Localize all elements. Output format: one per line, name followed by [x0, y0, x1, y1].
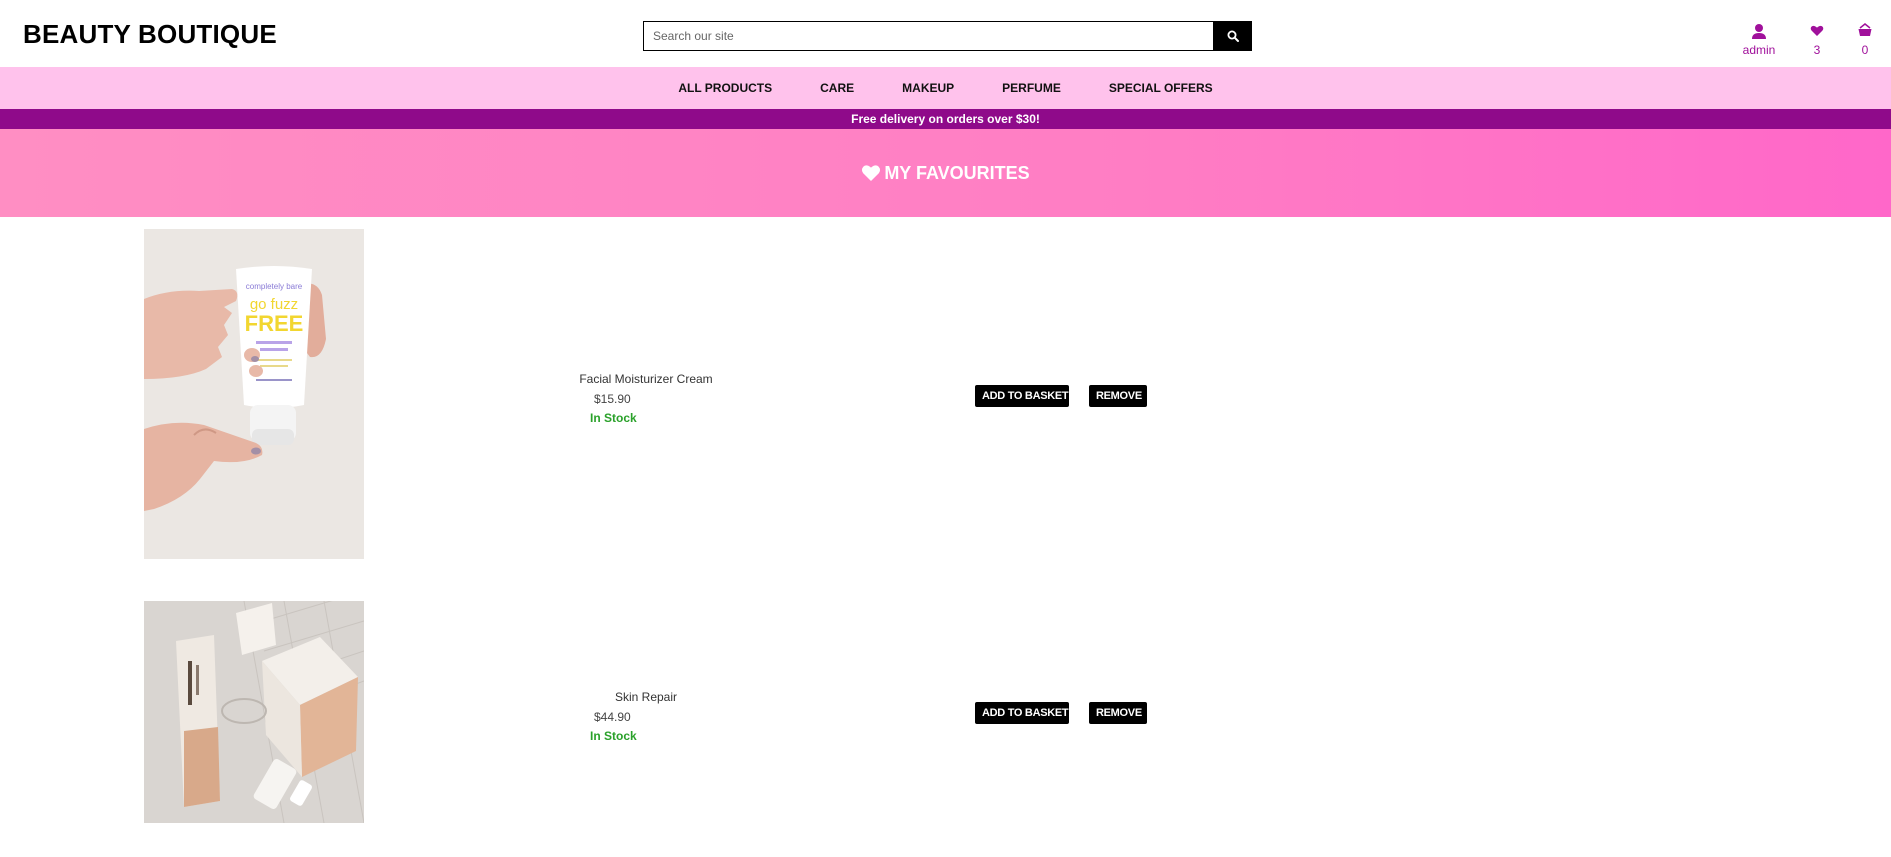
- remove-button[interactable]: REMOVE: [1089, 385, 1147, 407]
- product-name[interactable]: Facial Moisturizer Cream: [560, 372, 732, 386]
- nav-makeup[interactable]: MAKEUP: [902, 81, 954, 95]
- nav-special-offers[interactable]: SPECIAL OFFERS: [1109, 81, 1213, 95]
- product-details: Facial Moisturizer Cream $15.90 In Stock: [560, 372, 732, 425]
- user-icon: [1752, 24, 1766, 39]
- search-input[interactable]: [643, 21, 1214, 51]
- product-name[interactable]: Skin Repair: [560, 690, 732, 704]
- site-logo[interactable]: BEAUTY BOUTIQUE: [23, 19, 277, 50]
- main-nav: ALL PRODUCTS CARE MAKEUP PERFUME SPECIAL…: [0, 67, 1891, 109]
- basket-link[interactable]: 0: [1840, 23, 1890, 57]
- page-title-text: MY FAVOURITES: [884, 162, 1030, 183]
- page-hero: MY FAVOURITES: [0, 129, 1891, 217]
- nav-perfume[interactable]: PERFUME: [1002, 81, 1061, 95]
- site-header: BEAUTY BOUTIQUE admin 3 0: [0, 0, 1891, 67]
- product-image[interactable]: [144, 601, 364, 823]
- product-price: $15.90: [594, 392, 631, 406]
- heart-icon: [1810, 25, 1824, 36]
- favourites-count: 3: [1813, 43, 1821, 57]
- favourites-link[interactable]: 3: [1792, 23, 1842, 57]
- add-to-basket-button[interactable]: ADD TO BASKET: [975, 385, 1069, 407]
- account-link[interactable]: admin: [1734, 23, 1784, 57]
- svg-text:FREE: FREE: [245, 311, 304, 336]
- search-form: [643, 21, 1252, 51]
- search-icon: [1227, 30, 1239, 42]
- promo-text: Free delivery on orders over $30!: [851, 112, 1040, 126]
- basket-count: 0: [1861, 43, 1869, 57]
- product-details: Skin Repair $44.90 In Stock: [560, 690, 732, 743]
- favourite-item: completely bare go fuzz FREE Facial Mois…: [0, 229, 1891, 559]
- search-button[interactable]: [1214, 21, 1252, 51]
- basket-icon: [1858, 23, 1872, 36]
- svg-text:completely bare: completely bare: [246, 282, 303, 291]
- nav-all-products[interactable]: ALL PRODUCTS: [678, 81, 772, 95]
- page-title: MY FAVOURITES: [861, 162, 1030, 184]
- add-to-basket-button[interactable]: ADD TO BASKET: [975, 702, 1069, 724]
- favourite-item: Skin Repair $44.90 In Stock ADD TO BASKE…: [0, 601, 1891, 823]
- stock-status: In Stock: [590, 411, 637, 425]
- stock-status: In Stock: [590, 729, 637, 743]
- product-price: $44.90: [594, 710, 631, 724]
- remove-button[interactable]: REMOVE: [1089, 702, 1147, 724]
- heart-icon: [862, 165, 881, 181]
- product-image[interactable]: completely bare go fuzz FREE: [144, 229, 364, 559]
- nav-care[interactable]: CARE: [820, 81, 854, 95]
- account-label: admin: [1742, 43, 1776, 57]
- promo-banner: Free delivery on orders over $30!: [0, 109, 1891, 129]
